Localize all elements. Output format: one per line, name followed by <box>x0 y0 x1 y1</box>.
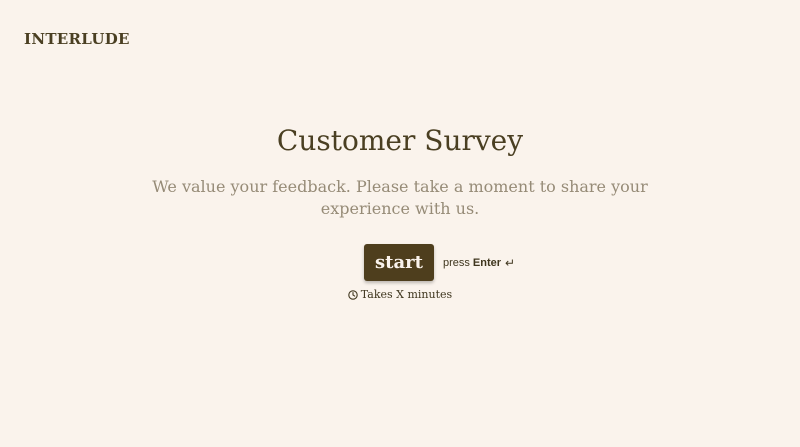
enter-return-icon: ↵ <box>505 255 516 270</box>
hint-key: Enter <box>472 256 502 269</box>
brand-logo: INTERLUDE <box>24 30 130 48</box>
survey-welcome-page: INTERLUDE Customer Survey We value your … <box>0 0 800 447</box>
duration-text: Takes X minutes <box>360 288 453 301</box>
start-button[interactable]: start <box>364 244 434 281</box>
keyboard-hint: press Enter ↵ <box>443 256 515 270</box>
page-title: Customer Survey <box>276 124 524 157</box>
start-action-row: start press Enter ↵ <box>364 244 515 281</box>
survey-duration: Takes X minutes <box>0 288 800 301</box>
survey-description: We value your feedback. Please take a mo… <box>152 177 648 218</box>
clock-icon <box>348 289 358 300</box>
hint-prefix: press <box>443 256 470 269</box>
